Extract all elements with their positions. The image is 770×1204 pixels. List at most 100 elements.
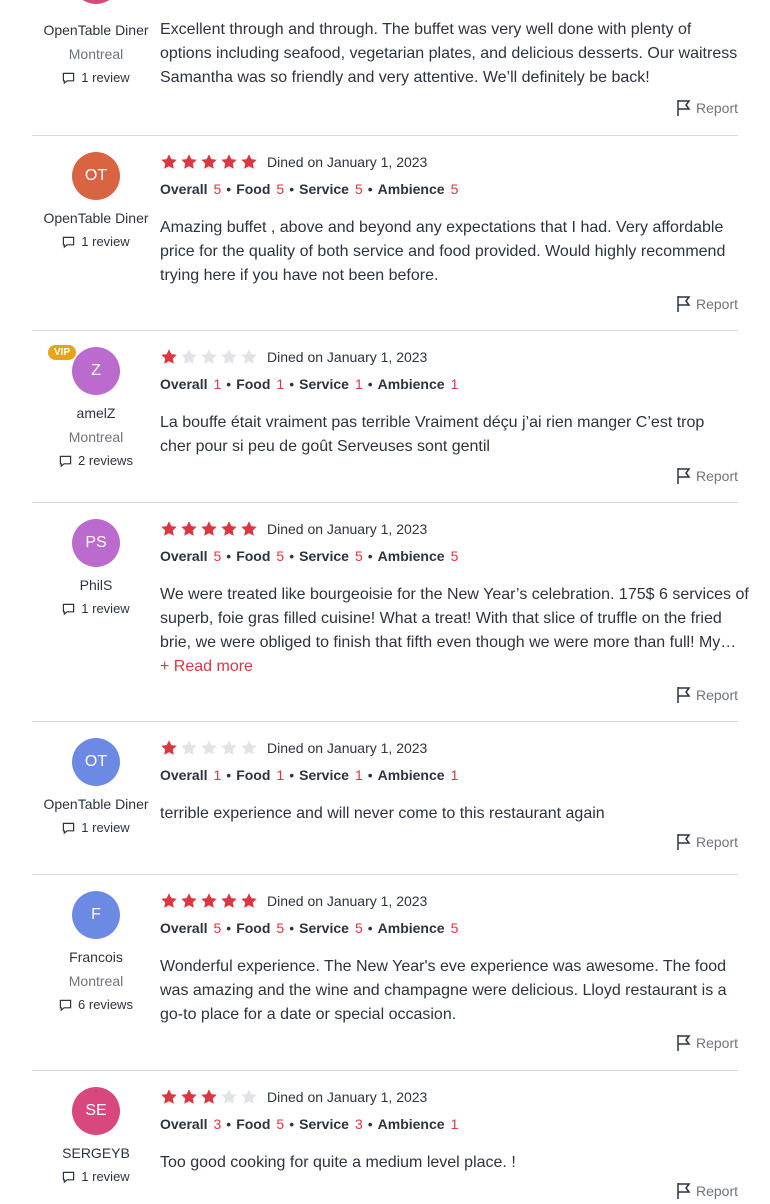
read-more-link[interactable]: + Read more [160,655,738,679]
reviewer-review-count: 1 review [32,1167,160,1187]
review-content: Dined on January 1, 2023 Overall 1 • Food 1 •… [160,348,738,459]
report-button[interactable]: Report [676,1034,738,1052]
food-label: Food [236,376,271,392]
star-empty-icon [240,1088,258,1106]
review-card: OpenTable Diner Montreal 1 review Excell… [32,0,738,136]
rating-breakdown: Overall 1 • Food 1 • Service 1 • Ambience 1 [160,767,459,783]
service-value: 5 [354,181,363,197]
food-value: 1 [276,767,285,783]
avatar[interactable]: SE [72,1087,120,1135]
star-empty-icon [240,348,258,366]
dined-date: Dined on January 1, 2023 [267,349,428,365]
review-text: La bouffe était vraiment pas terrible Vr… [160,414,705,455]
flag-icon [677,834,691,850]
report-label: Report [695,100,738,116]
reviewer-review-count: 6 reviews [32,995,160,1015]
review-text: Amazing buffet , above and beyond any ex… [160,219,726,284]
avatar[interactable]: OT [72,738,120,786]
avatar[interactable]: OT [72,152,120,200]
rating-breakdown: Overall 5 • Food 5 • Service 5 • Ambience 5 [160,548,459,564]
ambience-value: 5 [450,548,459,564]
star-filled-icon [240,153,258,171]
review-content: Dined on January 1, 2023 Overall 5 • Food 5 •… [160,153,738,288]
flag-icon [677,296,691,312]
review-text-line: superb, foie gras filled cuisine! What a… [160,610,722,627]
food-label: Food [236,920,271,936]
reviewer-name[interactable]: OpenTable Diner [32,208,160,228]
overall-value: 5 [213,181,222,197]
dined-date: Dined on January 1, 2023 [267,740,428,756]
star-filled-icon [240,520,258,538]
food-label: Food [236,1116,271,1132]
avatar[interactable]: F [72,891,120,939]
ambience-label: Ambience [377,181,445,197]
avatar[interactable]: Z VIP [48,345,120,395]
star-filled-icon [160,1088,178,1106]
report-button[interactable]: Report [676,833,738,851]
comment-icon [63,1171,75,1183]
ambience-label: Ambience [377,920,445,936]
reviewer-name[interactable]: SERGEYB [32,1143,160,1163]
report-label: Report [695,468,738,484]
star-empty-icon [220,739,238,757]
food-value: 5 [276,1116,285,1132]
star-rating [160,892,258,910]
review-count-label: 1 review [81,234,130,249]
review-text-line: We were treated like bourgeoisie for the… [160,586,749,603]
service-value: 1 [354,376,363,392]
overall-label: Overall [160,920,208,936]
star-filled-icon [200,892,218,910]
report-button[interactable]: Report [676,1182,738,1200]
review-count-label: 1 review [81,70,130,85]
review-content: Excellent through and through. The buffe… [160,0,738,90]
star-filled-icon [180,1088,198,1106]
food-label: Food [236,548,271,564]
star-filled-icon [160,892,178,910]
reviewer-name[interactable]: OpenTable Diner [32,794,160,814]
service-value: 5 [354,548,363,564]
ambience-value: 1 [450,1116,459,1132]
report-button[interactable]: Report [676,99,738,117]
review-card: PS PhilS 1 review Dined on January 1, 20… [32,503,749,722]
star-filled-icon [220,520,238,538]
overall-label: Overall [160,767,208,783]
report-label: Report [695,296,738,312]
avatar[interactable] [72,0,120,4]
ambience-label: Ambience [377,376,445,392]
ambience-value: 1 [450,376,459,392]
star-empty-icon [200,739,218,757]
comment-icon [63,236,75,248]
ambience-label: Ambience [377,548,445,564]
dined-date: Dined on January 1, 2023 [267,1089,428,1105]
report-button[interactable]: Report [676,467,738,485]
service-label: Service [299,767,349,783]
reviewer-location: Montreal [68,973,124,989]
overall-value: 1 [213,376,222,392]
reviewer-name[interactable]: OpenTable Diner [32,20,160,40]
reviewer-name[interactable]: Francois [32,947,160,967]
review-count-label: 6 reviews [78,997,133,1012]
comment-icon [63,72,75,84]
report-label: Report [695,1183,738,1199]
flag-icon [677,1183,691,1199]
service-label: Service [299,181,349,197]
review-content: Dined on January 1, 2023 Overall 5 • Food 5 •… [160,520,749,679]
overall-value: 5 [213,548,222,564]
report-button[interactable]: Report [676,686,738,704]
reviewer-name[interactable]: PhilS [32,575,160,595]
star-empty-icon [220,1088,238,1106]
star-filled-icon [180,153,198,171]
star-filled-icon [160,739,178,757]
overall-value: 1 [213,767,222,783]
review-text: Too good cooking for quite a medium leve… [160,1154,516,1171]
star-filled-icon [160,348,178,366]
star-filled-icon [160,520,178,538]
reviewer-name[interactable]: amelZ [32,403,160,423]
food-value: 5 [276,920,285,936]
review-card: F Francois Montreal 6 reviews Dined on J… [32,875,738,1071]
report-button[interactable]: Report [676,295,738,313]
avatar[interactable]: PS [72,519,120,567]
flag-icon [677,100,691,116]
flag-icon [677,468,691,484]
reviewer-review-count: 2 reviews [32,451,160,471]
